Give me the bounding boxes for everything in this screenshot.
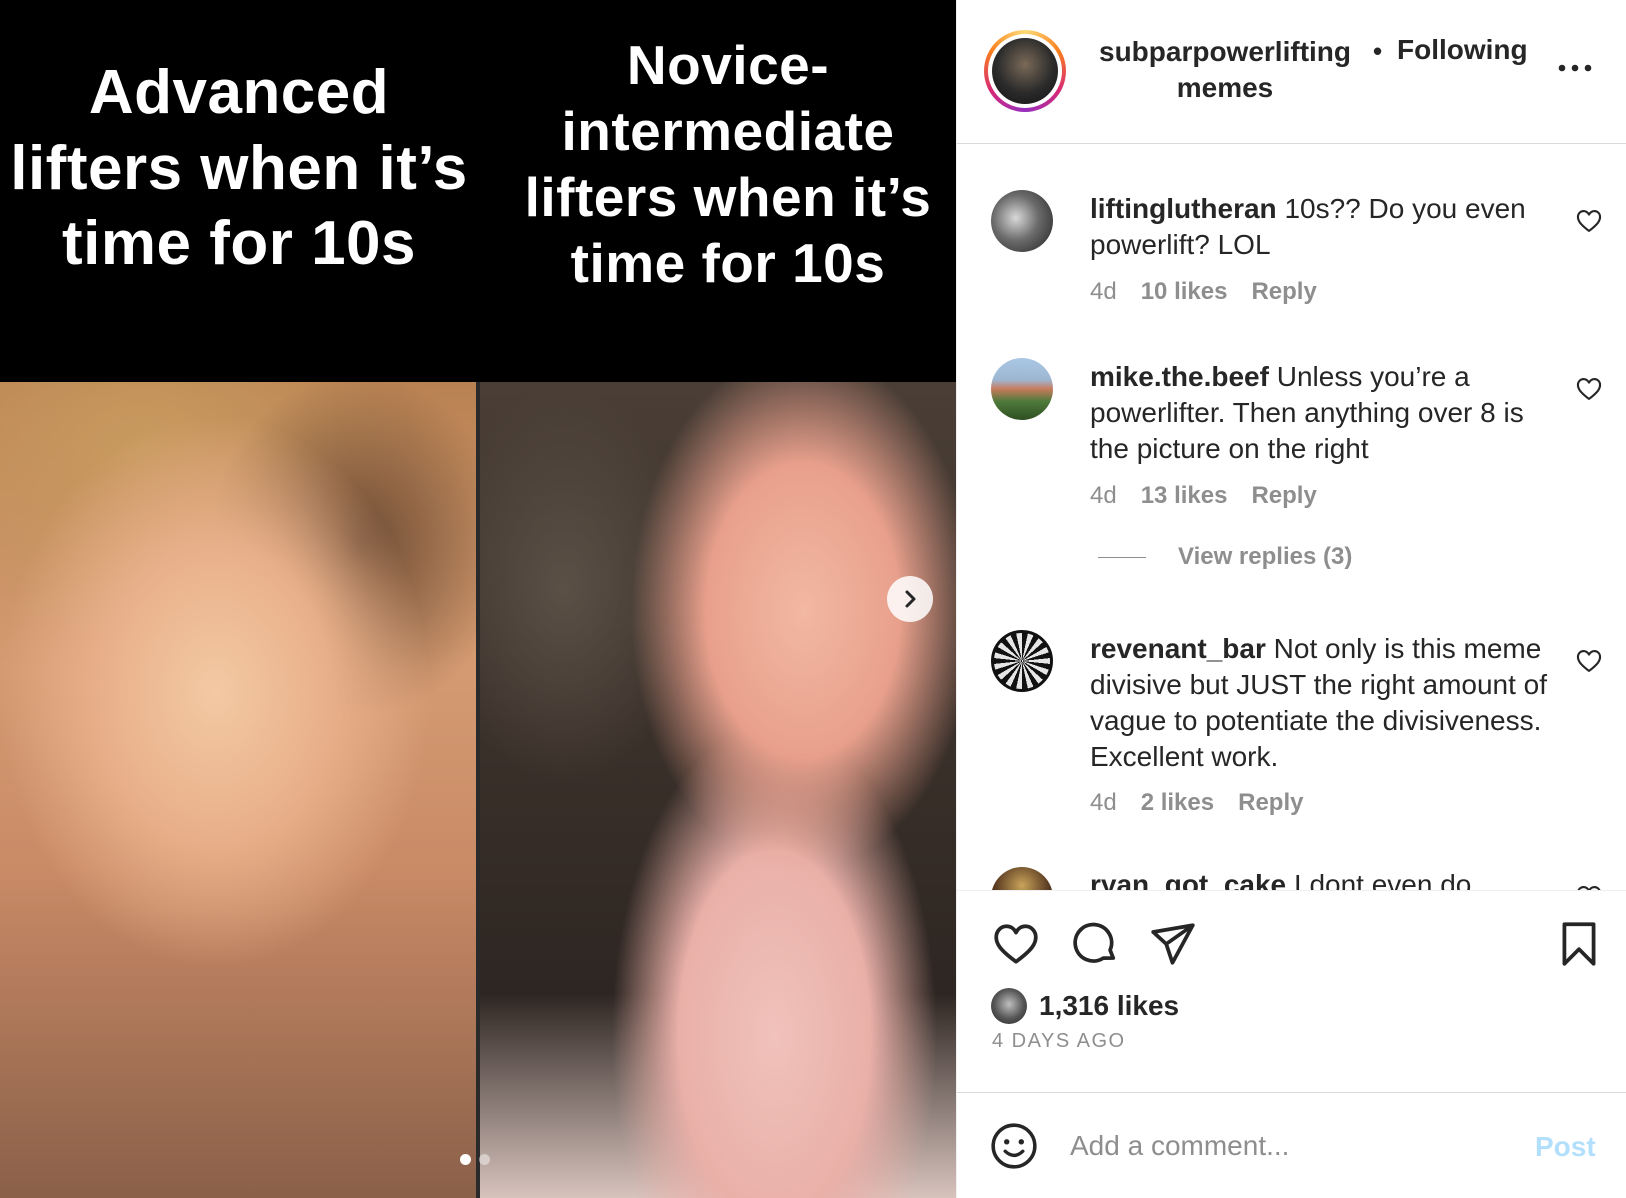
comment-icon[interactable]: [1070, 919, 1120, 969]
author-username[interactable]: subparpowerlifting memes: [1095, 34, 1355, 107]
comment-username[interactable]: ryan_got_cake: [1090, 869, 1286, 890]
chevron-right-icon: [905, 590, 916, 608]
more-options-button[interactable]: [1555, 48, 1595, 88]
photo-divider: [476, 382, 480, 1198]
comment-like-heart-icon[interactable]: [1575, 375, 1603, 403]
reply-button[interactable]: Reply: [1238, 789, 1303, 817]
share-icon[interactable]: [1148, 919, 1198, 969]
more-horizontal-icon: [1558, 64, 1592, 72]
meme-caption-left: Advanced lifters when it’s time for 10s: [10, 58, 468, 279]
meme-photo-crying-baby: [478, 382, 956, 1198]
comment-like-heart-icon[interactable]: [1575, 647, 1603, 675]
following-button[interactable]: Following: [1397, 34, 1528, 66]
bookmark-icon[interactable]: [1554, 919, 1604, 969]
comment-input[interactable]: [1070, 1123, 1500, 1169]
comment-age: 4d: [1090, 789, 1117, 816]
comment-username[interactable]: revenant_bar: [1090, 633, 1266, 664]
comment-age: 4d: [1090, 482, 1117, 509]
view-replies-button[interactable]: View replies (3): [1098, 543, 1352, 571]
carousel-dot-active: [460, 1154, 471, 1165]
post-timestamp[interactable]: 4 DAYS AGO: [992, 1030, 1126, 1053]
comment-username[interactable]: liftinglutheran: [1090, 193, 1277, 224]
reply-button[interactable]: Reply: [1251, 482, 1316, 510]
post-comment-button[interactable]: Post: [1535, 1131, 1596, 1163]
add-comment-bar: Post: [957, 1092, 1626, 1198]
carousel-indicator: [460, 1154, 490, 1165]
post-header: subparpowerlifting memes • Following: [957, 0, 1626, 144]
liker-avatar: [991, 988, 1027, 1024]
comment-meta: 4d 2 likes Reply: [1090, 789, 1303, 817]
reply-button[interactable]: Reply: [1251, 278, 1316, 306]
post-actions: 1,316 likes 4 DAYS AGO: [957, 890, 1626, 1090]
comment-meta: 4d 13 likes Reply: [1090, 482, 1317, 510]
comment-avatar[interactable]: [991, 630, 1053, 692]
carousel-next-button[interactable]: [887, 576, 933, 622]
meme-photo-smiling-child: [0, 382, 478, 1198]
comment-likes[interactable]: 10 likes: [1141, 278, 1228, 306]
separator-dot: •: [1373, 36, 1383, 66]
post-sidebar: subparpowerlifting memes • Following lif…: [956, 0, 1626, 1198]
author-avatar-image: [992, 38, 1058, 104]
comment-avatar[interactable]: [991, 358, 1053, 420]
likes-summary[interactable]: 1,316 likes: [991, 988, 1179, 1024]
post-media[interactable]: Advanced lifters when it’s time for 10s …: [0, 0, 956, 1198]
likes-count[interactable]: 1,316 likes: [1039, 990, 1179, 1022]
comment-like-heart-icon[interactable]: [1575, 883, 1603, 890]
carousel-dot: [479, 1154, 490, 1165]
meme-caption-right: Novice-intermediate lifters when it’s ti…: [524, 34, 932, 294]
comment-likes[interactable]: 2 likes: [1141, 789, 1214, 817]
comment-avatar[interactable]: [991, 190, 1053, 252]
view-replies-label: View replies (3): [1178, 543, 1353, 570]
smiley-icon[interactable]: [989, 1121, 1039, 1171]
comment-likes[interactable]: 13 likes: [1141, 482, 1228, 510]
author-avatar[interactable]: [984, 30, 1066, 112]
comment-username[interactable]: mike.the.beef: [1090, 361, 1269, 392]
comments-list[interactable]: liftinglutheran 10s?? Do you even powerl…: [957, 145, 1626, 890]
comment-text: I dont even do: [1293, 869, 1472, 890]
comment-meta: 4d 10 likes Reply: [1090, 278, 1317, 306]
heart-icon[interactable]: [991, 919, 1041, 969]
comment-avatar[interactable]: [991, 867, 1053, 890]
comment-age: 4d: [1090, 278, 1117, 305]
comment-like-heart-icon[interactable]: [1575, 207, 1603, 235]
view-replies-line: [1098, 556, 1146, 558]
